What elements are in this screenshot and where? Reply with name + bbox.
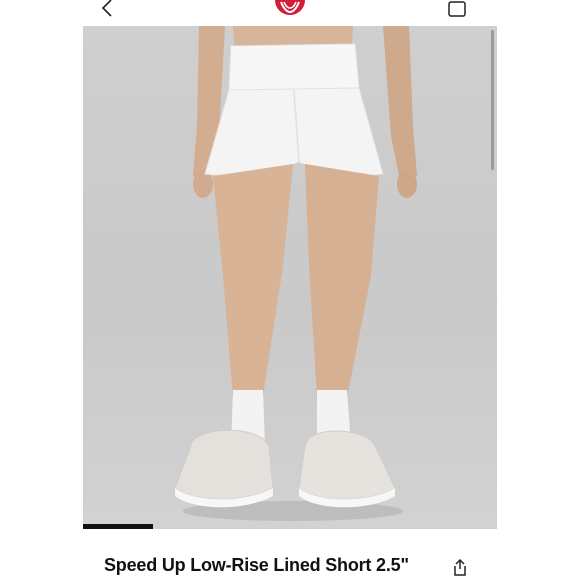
product-photo[interactable] [83, 26, 497, 529]
shopping-bag-icon[interactable] [446, 0, 468, 18]
top-nav-bar [0, 0, 580, 26]
lululemon-logo[interactable] [272, 0, 308, 20]
model-illustration [174, 26, 417, 521]
product-title: Speed Up Low-Rise Lined Short 2.5" [104, 555, 409, 575]
back-chevron-icon[interactable] [98, 0, 120, 18]
page-scrollbar[interactable] [491, 30, 494, 170]
gallery-progress-indicator [83, 524, 153, 529]
share-icon[interactable] [450, 557, 470, 577]
